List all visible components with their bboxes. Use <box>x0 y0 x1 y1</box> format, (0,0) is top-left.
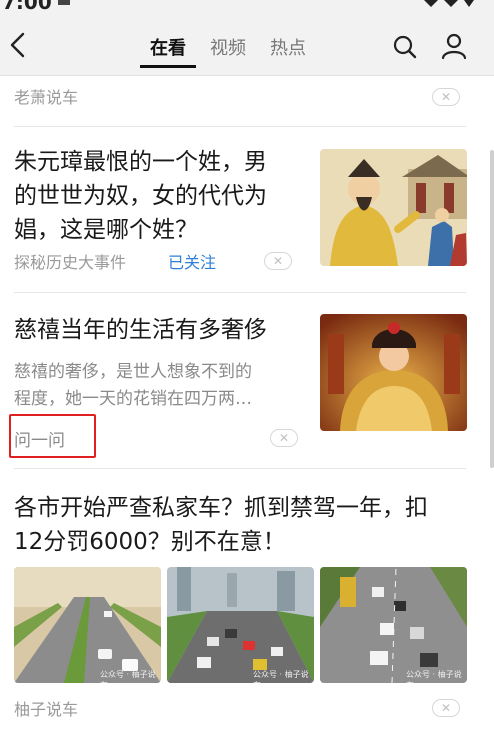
dismiss-article-button[interactable]: ✕ <box>270 429 298 447</box>
search-icon[interactable] <box>392 34 418 60</box>
tab-hot[interactable]: 热点 <box>270 34 306 64</box>
status-time: 7:00 <box>2 0 52 12</box>
article-image-city-road[interactable]: 公众号 · 柚子说车 <box>320 567 467 683</box>
scrollbar[interactable] <box>490 150 494 468</box>
image-watermark: 公众号 · 柚子说车 <box>406 670 462 683</box>
notification-icon <box>58 0 70 5</box>
dismiss-article-button[interactable]: ✕ <box>264 252 292 270</box>
divider <box>14 468 466 469</box>
image-watermark: 公众号 · 柚子说车 <box>253 670 309 683</box>
article-source[interactable]: 探秘历史大事件 <box>14 249 126 273</box>
top-item-source[interactable]: 老萧说车 <box>14 84 78 108</box>
article-title[interactable]: 朱元璋最恨的一个姓，男 的世世为奴，女的代代为 娼，这是哪个姓？ <box>14 145 267 247</box>
article-thumbnail-empress[interactable] <box>320 314 467 431</box>
tab-watching[interactable]: 在看 <box>140 34 196 68</box>
image-watermark: 公众号 · 柚子说车 <box>100 670 156 683</box>
wifi-icon <box>424 0 438 7</box>
article-summary: 慈禧的奢侈，是世人想象不到的 程度，她一天的花销在四万两… <box>14 362 252 409</box>
article-title[interactable]: 慈禧当年的生活有多奢侈 <box>14 313 267 347</box>
tab-video[interactable]: 视频 <box>210 34 246 64</box>
annotation-highlight-box <box>9 414 96 458</box>
followed-label[interactable]: 已关注 <box>168 249 216 273</box>
divider <box>14 126 466 127</box>
battery-icon <box>464 0 474 7</box>
nav-tabs: 在看 视频 热点 <box>140 34 330 68</box>
article-image-highway[interactable]: 公众号 · 柚子说车 <box>14 567 161 683</box>
dismiss-top-item-button[interactable]: ✕ <box>432 88 460 106</box>
dismiss-article-button[interactable]: ✕ <box>432 699 460 717</box>
status-bar: 7:00 <box>0 0 494 12</box>
signal-icon <box>444 0 458 7</box>
profile-icon[interactable] <box>440 32 468 60</box>
back-icon[interactable] <box>6 30 30 60</box>
article-title[interactable]: 各市开始严查私家车？抓到禁驾一年，扣 12分罚6000？别不在意！ <box>14 491 428 559</box>
article-source[interactable]: 柚子说车 <box>14 696 78 720</box>
article-thumbnail-emperor[interactable] <box>320 149 467 266</box>
article-image-traffic-jam[interactable]: 公众号 · 柚子说车 <box>167 567 314 683</box>
divider <box>14 292 466 293</box>
top-navigation-bar: 在看 视频 热点 <box>0 12 494 76</box>
